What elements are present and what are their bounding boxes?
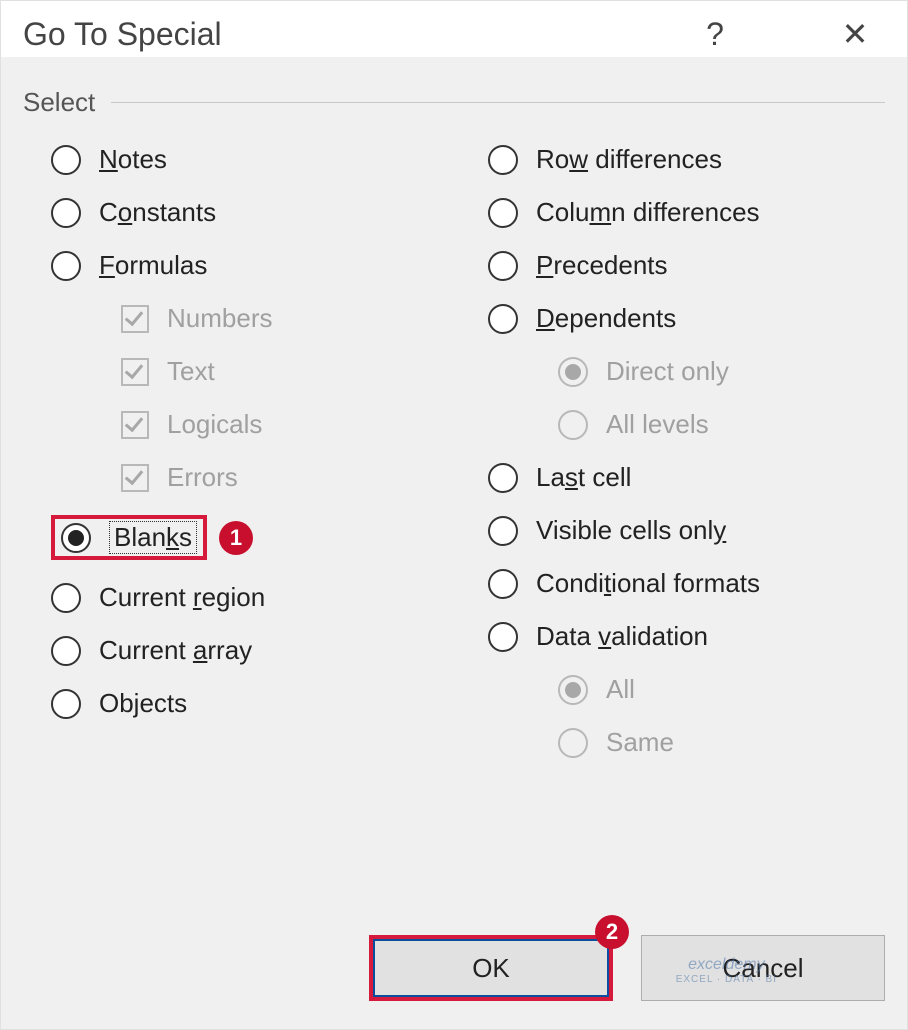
option-direct-only: Direct only <box>488 356 885 387</box>
radio-icon <box>558 357 588 387</box>
option-formulas[interactable]: Formulas <box>51 250 448 281</box>
group-header: Select <box>23 87 885 118</box>
checkbox-icon <box>121 411 149 439</box>
group-label: Select <box>23 87 95 118</box>
option-last-cell[interactable]: Last cell <box>488 462 885 493</box>
checkbox-icon <box>121 305 149 333</box>
radio-icon <box>488 569 518 599</box>
option-label: Same <box>606 727 674 758</box>
option-notes[interactable]: Notes <box>51 144 448 175</box>
ok-button-wrap: OK 2 <box>369 935 613 1001</box>
radio-icon <box>558 410 588 440</box>
option-column-differences[interactable]: Column differences <box>488 197 885 228</box>
option-label: Logicals <box>167 409 262 440</box>
radio-icon <box>51 251 81 281</box>
options-grid: Notes Constants Formulas Numbers Text <box>23 144 885 780</box>
radio-icon <box>558 728 588 758</box>
option-label: Blanks <box>109 521 197 554</box>
cancel-button[interactable]: Cancel <box>641 935 885 1001</box>
go-to-special-dialog: Go To Special ? ✕ Select Notes Constants <box>0 0 908 1030</box>
option-current-array[interactable]: Current array <box>51 635 448 666</box>
option-label: Notes <box>99 144 167 175</box>
annotation-badge-2: 2 <box>595 915 629 949</box>
option-label: Row differences <box>536 144 722 175</box>
radio-icon <box>51 145 81 175</box>
button-row: OK 2 Cancel <box>369 935 885 1001</box>
option-label: Direct only <box>606 356 729 387</box>
radio-icon <box>558 675 588 705</box>
right-column: Row differences Column differences Prece… <box>488 144 885 780</box>
help-icon[interactable]: ? <box>685 16 745 53</box>
option-label: Column differences <box>536 197 760 228</box>
ok-button-label: OK <box>472 953 510 984</box>
option-errors: Errors <box>51 462 448 493</box>
radio-icon <box>51 583 81 613</box>
option-label: All levels <box>606 409 709 440</box>
option-current-region[interactable]: Current region <box>51 582 448 613</box>
cancel-button-label: Cancel <box>723 953 804 984</box>
option-dv-all: All <box>488 674 885 705</box>
radio-icon <box>51 198 81 228</box>
option-label: Last cell <box>536 462 631 493</box>
radio-icon <box>488 145 518 175</box>
radio-icon <box>61 523 91 553</box>
option-label: Current array <box>99 635 252 666</box>
radio-icon <box>488 463 518 493</box>
option-conditional-formats[interactable]: Conditional formats <box>488 568 885 599</box>
checkbox-icon <box>121 464 149 492</box>
option-objects[interactable]: Objects <box>51 688 448 719</box>
option-numbers: Numbers <box>51 303 448 334</box>
option-label: Constants <box>99 197 216 228</box>
option-label: Data validation <box>536 621 708 652</box>
radio-icon <box>488 516 518 546</box>
option-constants[interactable]: Constants <box>51 197 448 228</box>
option-label: Text <box>167 356 215 387</box>
option-label: Formulas <box>99 250 207 281</box>
close-icon[interactable]: ✕ <box>825 15 885 53</box>
radio-icon <box>488 622 518 652</box>
ok-button[interactable]: OK <box>369 935 613 1001</box>
annotation-badge-1: 1 <box>219 521 253 555</box>
option-precedents[interactable]: Precedents <box>488 250 885 281</box>
option-label: Numbers <box>167 303 272 334</box>
option-label: Current region <box>99 582 265 613</box>
left-column: Notes Constants Formulas Numbers Text <box>51 144 448 780</box>
option-label: Visible cells only <box>536 515 726 546</box>
option-label: Errors <box>167 462 238 493</box>
group-divider <box>111 102 885 103</box>
radio-icon <box>51 689 81 719</box>
radio-icon <box>488 251 518 281</box>
option-dv-same: Same <box>488 727 885 758</box>
option-label: Conditional formats <box>536 568 760 599</box>
radio-icon <box>488 198 518 228</box>
dialog-title: Go To Special <box>23 16 685 53</box>
option-label: All <box>606 674 635 705</box>
option-label: Objects <box>99 688 187 719</box>
highlight-frame-1: Blanks <box>51 515 207 560</box>
dialog-body: Select Notes Constants Formulas <box>1 57 907 780</box>
option-row-differences[interactable]: Row differences <box>488 144 885 175</box>
option-all-levels: All levels <box>488 409 885 440</box>
option-label: Precedents <box>536 250 668 281</box>
option-text: Text <box>51 356 448 387</box>
option-blanks[interactable]: Blanks <box>61 521 197 554</box>
option-blanks-row: Blanks 1 <box>51 515 448 560</box>
checkbox-icon <box>121 358 149 386</box>
option-data-validation[interactable]: Data validation <box>488 621 885 652</box>
option-label: Dependents <box>536 303 676 334</box>
option-logicals: Logicals <box>51 409 448 440</box>
radio-icon <box>488 304 518 334</box>
radio-icon <box>51 636 81 666</box>
titlebar: Go To Special ? ✕ <box>1 1 907 57</box>
option-visible-cells-only[interactable]: Visible cells only <box>488 515 885 546</box>
option-dependents[interactable]: Dependents <box>488 303 885 334</box>
